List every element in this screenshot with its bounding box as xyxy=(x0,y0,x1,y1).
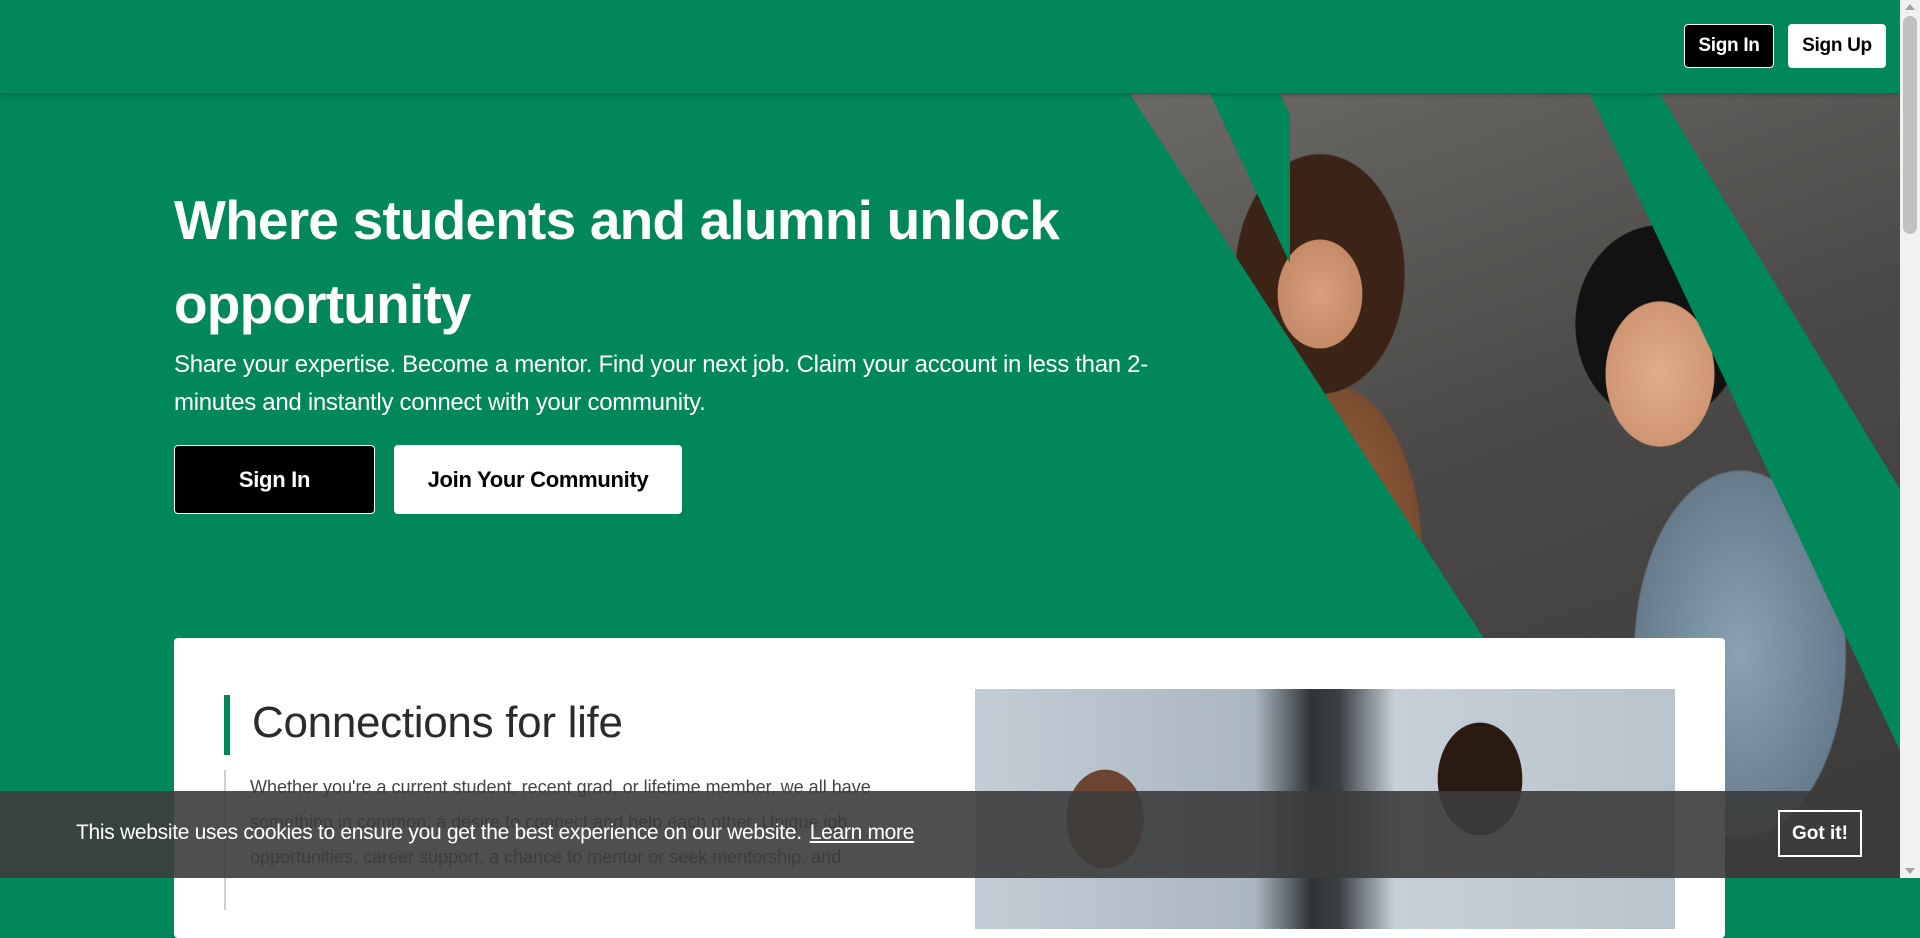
top-navigation-bar: Sign In Sign Up xyxy=(0,0,1900,94)
header-sign-in-button[interactable]: Sign In xyxy=(1684,24,1774,68)
cookie-banner: This website uses cookies to ensure you … xyxy=(0,791,1900,878)
header-sign-up-button[interactable]: Sign Up xyxy=(1788,24,1886,68)
hero-subtitle: Share your expertise. Become a mentor. F… xyxy=(174,351,1148,416)
cookie-message-text: This website uses cookies to ensure you … xyxy=(76,821,802,844)
hero-title: Where students and alumni unlock opportu… xyxy=(174,189,1060,335)
scrollbar-thumb[interactable] xyxy=(1903,16,1917,234)
card-title: Connections for life xyxy=(252,698,623,747)
hero-sign-in-button[interactable]: Sign In xyxy=(174,445,375,514)
card-accent-bar xyxy=(224,695,230,755)
vertical-scrollbar[interactable] xyxy=(1900,0,1920,878)
scroll-up-arrow-icon[interactable] xyxy=(1905,4,1915,10)
learn-more-link[interactable]: Learn more xyxy=(810,821,915,844)
join-community-button[interactable]: Join Your Community xyxy=(394,445,682,514)
connections-card: Connections for life Whether you're a cu… xyxy=(174,638,1725,938)
cookie-accept-button[interactable]: Got it! xyxy=(1778,810,1862,857)
scroll-down-arrow-icon[interactable] xyxy=(1905,868,1915,874)
cookie-message: This website uses cookies to ensure you … xyxy=(76,821,914,845)
